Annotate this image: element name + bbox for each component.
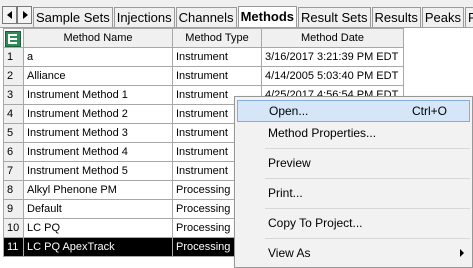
submenu-arrow-icon	[460, 249, 464, 257]
tab-peaks[interactable]: Peaks	[421, 7, 464, 27]
tab-channels[interactable]: Channels	[175, 7, 237, 27]
method-date-cell[interactable]: 3/16/2017 3:21:39 PM EDT	[261, 47, 404, 67]
row-number[interactable]: 7	[3, 161, 24, 181]
tab-result-sets[interactable]: Result Sets	[298, 7, 371, 27]
column-header-method-name[interactable]: Method Name	[23, 28, 173, 48]
menu-separator	[265, 238, 470, 239]
method-name-cell[interactable]: LC PQ ApexTrack	[23, 237, 173, 257]
table-settings-icon[interactable]	[5, 30, 21, 47]
tab-strip: Sample Sets Injections Channels Methods …	[33, 6, 473, 28]
tab-fractions[interactable]: Fra	[465, 7, 473, 27]
tab-scroll-left-button[interactable]	[2, 6, 17, 24]
row-number[interactable]: 11	[3, 237, 24, 257]
tab-injections[interactable]: Injections	[113, 7, 175, 27]
method-name-cell[interactable]: Instrument Method 2	[23, 104, 173, 124]
tab-results[interactable]: Results	[371, 7, 421, 27]
menu-item-print[interactable]: Print...	[237, 182, 470, 204]
method-name-cell[interactable]: Alliance	[23, 66, 173, 86]
table-row[interactable]: 1 a Instrument 3/16/2017 3:21:39 PM EDT	[3, 47, 404, 67]
arrow-left-icon	[7, 11, 12, 19]
method-type-cell[interactable]: Instrument	[172, 66, 262, 86]
method-date-cell[interactable]: 4/14/2005 5:03:40 PM EDT	[261, 66, 404, 86]
table-header-row: Method Name Method Type Method Date	[3, 28, 404, 48]
row-number[interactable]: 3	[3, 85, 24, 105]
row-number[interactable]: 2	[3, 66, 24, 86]
method-name-cell[interactable]: Instrument Method 3	[23, 123, 173, 143]
table-corner[interactable]	[3, 28, 24, 48]
row-number[interactable]: 6	[3, 142, 24, 162]
menu-item-open-shortcut: Ctrl+O	[411, 104, 447, 118]
menu-item-open-label: Open...	[269, 104, 309, 118]
method-name-cell[interactable]: Default	[23, 199, 173, 219]
menu-separator	[265, 178, 470, 179]
method-type-cell[interactable]: Instrument	[172, 47, 262, 67]
tab-bar: Sample Sets Injections Channels Methods …	[0, 0, 473, 28]
method-name-cell[interactable]: Instrument Method 1	[23, 85, 173, 105]
row-number[interactable]: 9	[3, 199, 24, 219]
menu-item-view-as-label: View As	[268, 246, 311, 260]
row-number[interactable]: 4	[3, 104, 24, 124]
row-number[interactable]: 5	[3, 123, 24, 143]
menu-item-open[interactable]: Open... Ctrl+O	[237, 100, 470, 122]
arrow-right-icon	[23, 11, 28, 19]
column-header-method-date[interactable]: Method Date	[261, 28, 404, 48]
row-number[interactable]: 1	[3, 47, 24, 67]
menu-item-view-as[interactable]: View As	[237, 242, 470, 264]
method-name-cell[interactable]: Alkyl Phenone PM	[23, 180, 173, 200]
row-number[interactable]: 10	[3, 218, 24, 238]
method-name-cell[interactable]: Instrument Method 5	[23, 161, 173, 181]
method-name-cell[interactable]: LC PQ	[23, 218, 173, 238]
menu-item-method-properties[interactable]: Method Properties...	[237, 122, 470, 144]
menu-item-copy-to-project[interactable]: Copy To Project...	[237, 212, 470, 234]
column-header-method-type[interactable]: Method Type	[172, 28, 262, 48]
menu-separator	[265, 148, 470, 149]
method-name-cell[interactable]: a	[23, 47, 173, 67]
method-name-cell[interactable]: Instrument Method 4	[23, 142, 173, 162]
menu-separator	[265, 208, 470, 209]
tab-sample-sets[interactable]: Sample Sets	[33, 7, 113, 27]
menu-item-preview[interactable]: Preview	[237, 152, 470, 174]
table-row[interactable]: 2 Alliance Instrument 4/14/2005 5:03:40 PM …	[3, 66, 404, 86]
row-number[interactable]: 8	[3, 180, 24, 200]
tab-scroll-right-button[interactable]	[17, 6, 32, 24]
context-menu: Open... Ctrl+O Method Properties... Prev…	[234, 96, 473, 268]
tab-methods[interactable]: Methods	[237, 6, 298, 27]
